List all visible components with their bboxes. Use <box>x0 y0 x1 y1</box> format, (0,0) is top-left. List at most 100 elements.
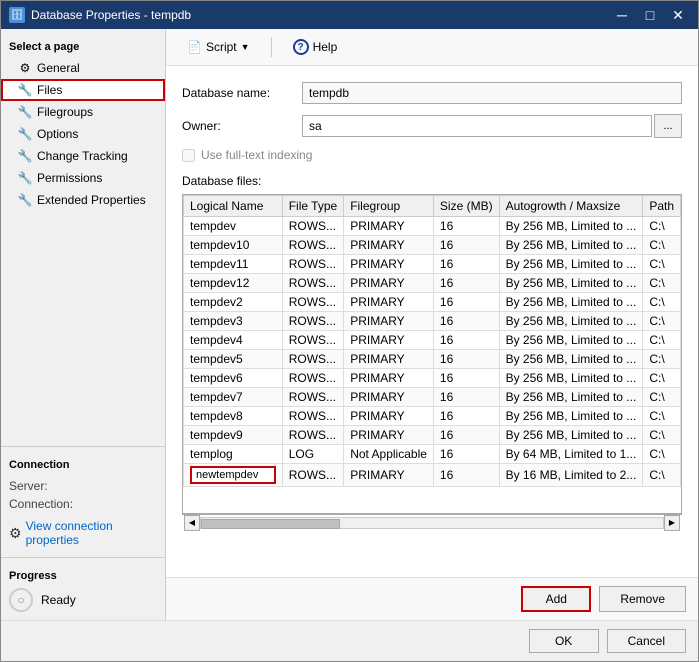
cell-autogrowth: By 16 MB, Limited to 2... <box>499 464 643 487</box>
cell-autogrowth: By 256 MB, Limited to ... <box>499 407 643 426</box>
cell-logical-name: tempdev3 <box>184 312 283 331</box>
cancel-button[interactable]: Cancel <box>607 629 686 653</box>
sidebar-item-files-label: Files <box>37 83 62 97</box>
sidebar: Select a page ⚙ General 🔧 Files 🔧 Filegr… <box>1 29 166 620</box>
titlebar-buttons: ─ □ ✕ <box>610 6 690 24</box>
cell-autogrowth: By 256 MB, Limited to ... <box>499 274 643 293</box>
ok-button[interactable]: OK <box>529 629 599 653</box>
cell-autogrowth: By 256 MB, Limited to ... <box>499 369 643 388</box>
cell-path: C:\ <box>643 312 681 331</box>
progress-section: Progress ○ Ready <box>1 557 165 620</box>
cell-autogrowth: By 256 MB, Limited to ... <box>499 217 643 236</box>
table-row[interactable]: tempdev11 ROWS... PRIMARY 16 By 256 MB, … <box>184 255 681 274</box>
cell-path: C:\ <box>643 464 681 487</box>
cell-filegroup: PRIMARY <box>344 293 434 312</box>
cell-logical-name: templog <box>184 445 283 464</box>
cell-path: C:\ <box>643 426 681 445</box>
cell-logical-name: tempdev <box>184 217 283 236</box>
cell-logical-name: tempdev11 <box>184 255 283 274</box>
server-label: Server: <box>9 477 157 495</box>
col-logical-name: Logical Name <box>184 196 283 217</box>
cell-size: 16 <box>433 293 499 312</box>
cell-filegroup: PRIMARY <box>344 464 434 487</box>
cell-logical-name[interactable] <box>184 464 283 487</box>
table-row[interactable]: tempdev5 ROWS... PRIMARY 16 By 256 MB, L… <box>184 350 681 369</box>
view-connection-properties-link[interactable]: ⚙ View connection properties <box>9 517 157 549</box>
table-row[interactable]: tempdev12 ROWS... PRIMARY 16 By 256 MB, … <box>184 274 681 293</box>
sidebar-item-files[interactable]: 🔧 Files <box>1 79 165 101</box>
cell-autogrowth: By 256 MB, Limited to ... <box>499 236 643 255</box>
cell-autogrowth: By 256 MB, Limited to ... <box>499 312 643 331</box>
script-label: Script <box>206 40 237 54</box>
db-files-label: Database files: <box>182 174 682 188</box>
horizontal-scrollbar[interactable] <box>200 517 664 529</box>
cell-file-type: ROWS... <box>282 464 343 487</box>
sidebar-page-section: Select a page ⚙ General 🔧 Files 🔧 Filegr… <box>1 29 165 219</box>
full-text-checkbox[interactable] <box>182 149 195 162</box>
cell-file-type: ROWS... <box>282 331 343 350</box>
script-button[interactable]: 📄 Script ▼ <box>178 36 259 58</box>
cell-autogrowth: By 256 MB, Limited to ... <box>499 331 643 350</box>
general-icon: ⚙ <box>17 60 33 76</box>
sidebar-item-extended-properties[interactable]: 🔧 Extended Properties <box>1 189 165 211</box>
action-buttons: Add Remove <box>166 577 698 620</box>
cell-size: 16 <box>433 217 499 236</box>
scroll-left-button[interactable]: ◀ <box>184 515 200 531</box>
cell-path: C:\ <box>643 407 681 426</box>
cell-autogrowth: By 256 MB, Limited to ... <box>499 255 643 274</box>
table-row[interactable]: tempdev6 ROWS... PRIMARY 16 By 256 MB, L… <box>184 369 681 388</box>
database-name-input[interactable] <box>302 82 682 104</box>
maximize-button[interactable]: □ <box>638 6 662 24</box>
cell-filegroup: PRIMARY <box>344 217 434 236</box>
cell-size: 16 <box>433 255 499 274</box>
sidebar-item-permissions[interactable]: 🔧 Permissions <box>1 167 165 189</box>
cell-filegroup: PRIMARY <box>344 331 434 350</box>
cell-autogrowth: By 256 MB, Limited to ... <box>499 293 643 312</box>
add-button[interactable]: Add <box>521 586 591 612</box>
content-area: Select a page ⚙ General 🔧 Files 🔧 Filegr… <box>1 29 698 620</box>
table-row[interactable]: ROWS... PRIMARY 16 By 16 MB, Limited to … <box>184 464 681 487</box>
cell-size: 16 <box>433 407 499 426</box>
owner-input[interactable] <box>302 115 652 137</box>
sidebar-item-options[interactable]: 🔧 Options <box>1 123 165 145</box>
cell-filegroup: PRIMARY <box>344 426 434 445</box>
cell-filegroup: PRIMARY <box>344 388 434 407</box>
cell-path: C:\ <box>643 331 681 350</box>
remove-button[interactable]: Remove <box>599 586 686 612</box>
permissions-icon: 🔧 <box>17 170 33 186</box>
col-file-type: File Type <box>282 196 343 217</box>
cell-path: C:\ <box>643 350 681 369</box>
minimize-button[interactable]: ─ <box>610 6 634 24</box>
table-row[interactable]: tempdev4 ROWS... PRIMARY 16 By 256 MB, L… <box>184 331 681 350</box>
cell-file-type: ROWS... <box>282 350 343 369</box>
main-panel: 📄 Script ▼ ? Help Database name: Owner: <box>166 29 698 620</box>
owner-browse-button[interactable]: ... <box>654 114 682 138</box>
table-row[interactable]: tempdev ROWS... PRIMARY 16 By 256 MB, Li… <box>184 217 681 236</box>
table-row[interactable]: tempdev8 ROWS... PRIMARY 16 By 256 MB, L… <box>184 407 681 426</box>
cell-file-type: LOG <box>282 445 343 464</box>
sidebar-item-general[interactable]: ⚙ General <box>1 57 165 79</box>
cell-size: 16 <box>433 350 499 369</box>
help-button[interactable]: ? Help <box>284 35 347 59</box>
scroll-right-button[interactable]: ▶ <box>664 515 680 531</box>
table-row[interactable]: tempdev3 ROWS... PRIMARY 16 By 256 MB, L… <box>184 312 681 331</box>
cell-file-type: ROWS... <box>282 407 343 426</box>
cell-logical-name: tempdev9 <box>184 426 283 445</box>
sidebar-item-filegroups[interactable]: 🔧 Filegroups <box>1 101 165 123</box>
cell-file-type: ROWS... <box>282 369 343 388</box>
cell-logical-name: tempdev2 <box>184 293 283 312</box>
cell-file-type: ROWS... <box>282 274 343 293</box>
table-row[interactable]: tempdev7 ROWS... PRIMARY 16 By 256 MB, L… <box>184 388 681 407</box>
table-row[interactable]: tempdev2 ROWS... PRIMARY 16 By 256 MB, L… <box>184 293 681 312</box>
sidebar-item-change-tracking[interactable]: 🔧 Change Tracking <box>1 145 165 167</box>
cell-filegroup: PRIMARY <box>344 407 434 426</box>
cell-autogrowth: By 64 MB, Limited to 1... <box>499 445 643 464</box>
table-row[interactable]: tempdev10 ROWS... PRIMARY 16 By 256 MB, … <box>184 236 681 255</box>
cell-path: C:\ <box>643 255 681 274</box>
table-row[interactable]: templog LOG Not Applicable 16 By 64 MB, … <box>184 445 681 464</box>
cell-filegroup: PRIMARY <box>344 255 434 274</box>
logical-name-input[interactable] <box>190 466 276 484</box>
close-button[interactable]: ✕ <box>666 6 690 24</box>
toolbar: 📄 Script ▼ ? Help <box>166 29 698 66</box>
table-row[interactable]: tempdev9 ROWS... PRIMARY 16 By 256 MB, L… <box>184 426 681 445</box>
